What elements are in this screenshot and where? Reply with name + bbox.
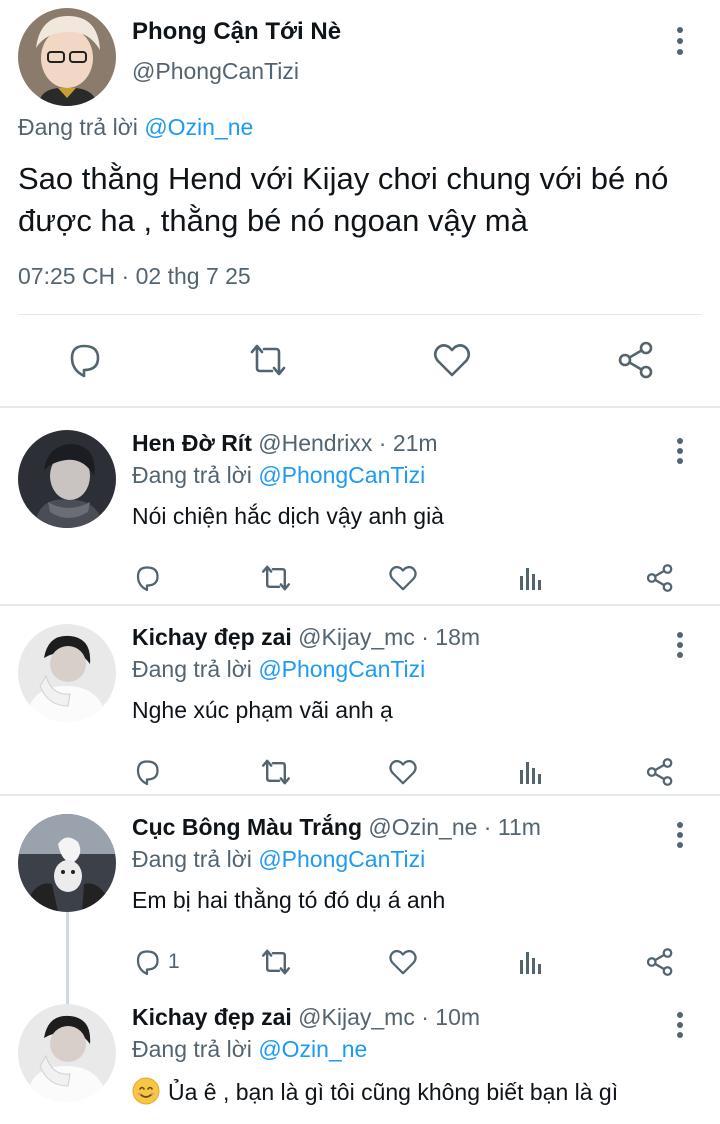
divider xyxy=(18,314,702,315)
separator-dot: · xyxy=(421,1004,429,1030)
share-icon[interactable] xyxy=(645,754,675,790)
reply-icon[interactable] xyxy=(64,340,104,380)
more-options-icon[interactable] xyxy=(668,24,692,58)
reply-time[interactable]: 10m xyxy=(435,1004,480,1030)
avatar[interactable] xyxy=(18,1004,116,1102)
retweet-icon[interactable] xyxy=(260,560,292,596)
avatar[interactable] xyxy=(18,814,116,912)
tweet-text-container: Ủa ê , bạn là gì tôi cũng không biết bạn… xyxy=(132,1077,618,1106)
tweet-actions xyxy=(0,560,720,600)
tweet-text: Nói chiện hắc dịch vậy anh già xyxy=(132,503,444,529)
like-icon[interactable] xyxy=(388,560,418,596)
replying-prefix: Đang trả lời xyxy=(18,114,138,140)
replying-to: Đang trả lời @Ozin_ne xyxy=(18,114,253,141)
reply-time[interactable]: 21m xyxy=(393,430,438,456)
analytics-icon[interactable] xyxy=(518,944,544,980)
separator-dot: · xyxy=(378,430,387,456)
tweet-actions: 1 xyxy=(0,944,720,984)
reply-tweet[interactable]: Kichay đẹp zai @Kijay_mc · 18m Đang trả … xyxy=(0,606,720,796)
tweet-actions xyxy=(0,754,720,794)
like-icon[interactable] xyxy=(388,944,418,980)
main-tweet: Phong Cận Tới Nè @PhongCanTizi Đang trả … xyxy=(0,0,720,406)
more-options-icon[interactable] xyxy=(668,436,692,466)
reply-icon[interactable]: 1 xyxy=(132,944,180,980)
avatar[interactable] xyxy=(18,430,116,528)
reply-header: Kichay đẹp zai @Kijay_mc · 10m xyxy=(132,1004,480,1031)
avatar[interactable] xyxy=(18,624,116,722)
analytics-icon[interactable] xyxy=(518,754,544,790)
like-icon[interactable] xyxy=(432,340,472,380)
more-options-icon[interactable] xyxy=(668,630,692,660)
tweet-text: Sao thằng Hend với Kijay chơi chung với … xyxy=(18,161,669,238)
mention-link[interactable]: @Ozin_ne xyxy=(258,1036,367,1062)
author-name[interactable]: Hen Đờ Rít xyxy=(132,430,252,456)
author-handle[interactable]: @Kijay_mc xyxy=(298,624,415,650)
replying-to: Đang trả lời @PhongCanTizi xyxy=(132,462,425,489)
timestamp[interactable]: 07:25 CH · 02 thg 7 25 xyxy=(18,263,251,290)
replying-to: Đang trả lời @PhongCanTizi xyxy=(132,846,425,873)
author-name[interactable]: Kichay đẹp zai xyxy=(132,1004,292,1030)
author-handle[interactable]: @Hendrixx xyxy=(258,430,372,456)
replying-prefix: Đang trả lời xyxy=(132,462,252,488)
mention-link[interactable]: @PhongCanTizi xyxy=(258,846,425,872)
replying-prefix: Đang trả lời xyxy=(132,656,252,682)
tweet-text: Nghe xúc phạm vãi anh ạ xyxy=(132,697,393,723)
replying-to: Đang trả lời @Ozin_ne xyxy=(132,1036,367,1063)
more-options-icon[interactable] xyxy=(668,820,692,850)
author-name[interactable]: Kichay đẹp zai xyxy=(132,624,292,650)
mention-link[interactable]: @PhongCanTizi xyxy=(258,656,425,682)
reply-count: 1 xyxy=(168,950,180,973)
more-options-icon[interactable] xyxy=(668,1010,692,1040)
like-icon[interactable] xyxy=(388,754,418,790)
divider xyxy=(0,406,720,408)
analytics-icon[interactable] xyxy=(518,560,544,596)
separator-dot: · xyxy=(483,814,492,840)
reply-header: Kichay đẹp zai @Kijay_mc · 18m xyxy=(132,624,480,651)
reply-time[interactable]: 18m xyxy=(435,624,480,650)
retweet-icon[interactable] xyxy=(260,944,292,980)
reply-time[interactable]: 11m xyxy=(498,814,541,840)
author-name[interactable]: Phong Cận Tới Nè xyxy=(132,18,341,46)
smiling-face-emoji xyxy=(132,1077,160,1105)
mention-link[interactable]: @Ozin_ne xyxy=(144,114,253,140)
tweet-text: Ủa ê , bạn là gì tôi cũng không biết bạn… xyxy=(168,1079,619,1105)
retweet-icon[interactable] xyxy=(260,754,292,790)
author-handle[interactable]: @PhongCanTizi xyxy=(132,58,299,85)
author-handle[interactable]: @Ozin_ne xyxy=(368,814,477,840)
retweet-icon[interactable] xyxy=(248,340,288,380)
mention-link[interactable]: @PhongCanTizi xyxy=(258,462,425,488)
replying-to: Đang trả lời @PhongCanTizi xyxy=(132,656,425,683)
share-icon[interactable] xyxy=(645,560,675,596)
author-handle[interactable]: @Kijay_mc xyxy=(298,1004,415,1030)
tweet-text: Em bị hai thằng tó đó dụ á anh xyxy=(132,887,446,913)
reply-tweet[interactable]: Kichay đẹp zai @Kijay_mc · 10m Đang trả … xyxy=(0,986,720,1124)
replying-prefix: Đang trả lời xyxy=(132,1036,252,1062)
author-name[interactable]: Cục Bông Màu Trắng xyxy=(132,814,362,840)
reply-icon[interactable] xyxy=(132,560,168,596)
share-icon[interactable] xyxy=(645,944,675,980)
reply-icon[interactable] xyxy=(132,754,168,790)
reply-tweet[interactable]: Hen Đờ Rít @Hendrixx · 21m Đang trả lời … xyxy=(0,412,720,606)
replying-prefix: Đang trả lời xyxy=(132,846,252,872)
avatar[interactable] xyxy=(18,8,116,106)
reply-header: Cục Bông Màu Trắng @Ozin_ne · 11m xyxy=(132,814,541,841)
share-icon[interactable] xyxy=(616,340,656,380)
separator-dot: · xyxy=(421,624,429,650)
reply-tweet[interactable]: Cục Bông Màu Trắng @Ozin_ne · 11m Đang t… xyxy=(0,796,720,986)
reply-header: Hen Đờ Rít @Hendrixx · 21m xyxy=(132,430,438,457)
